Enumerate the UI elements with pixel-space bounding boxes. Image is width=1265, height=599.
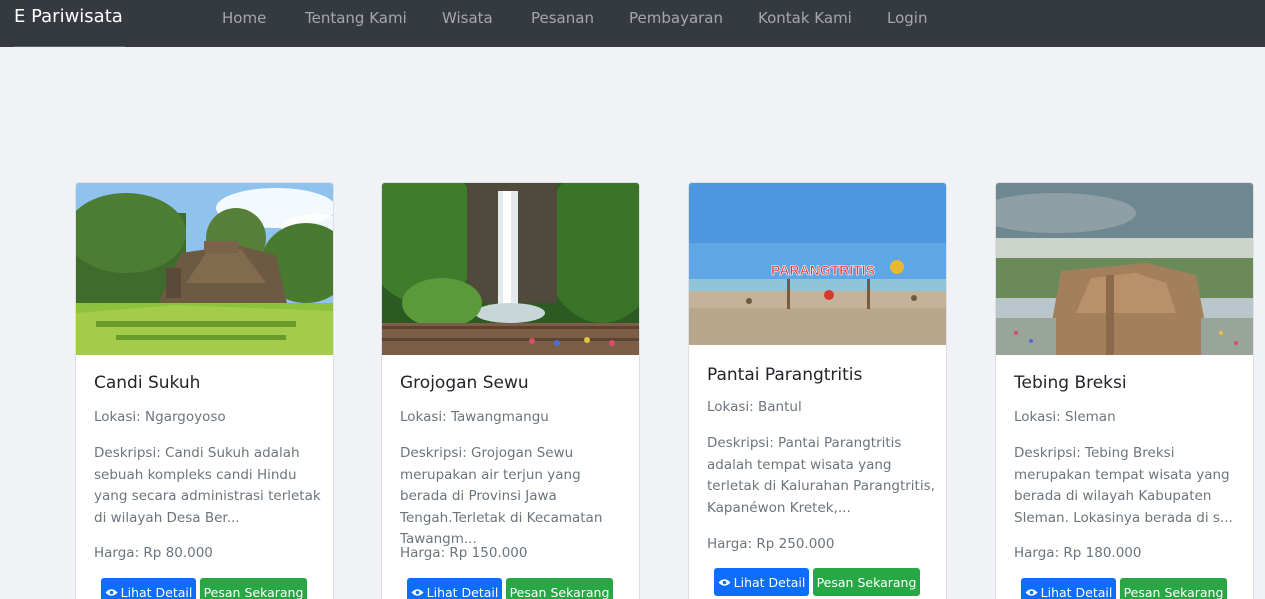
card-image-tebing-breksi xyxy=(996,183,1253,355)
lihat-detail-label: Lihat Detail xyxy=(120,584,193,599)
nav-link-wisata[interactable]: Wisata xyxy=(442,9,493,27)
navbar: E Pariwisata Home Tentang Kami Wisata Pe… xyxy=(0,0,1265,47)
eye-icon xyxy=(718,575,731,590)
brand-logo[interactable]: E Pariwisata xyxy=(14,6,123,27)
card-price: Harga: Rp 80.000 xyxy=(94,545,213,561)
nav-link-pesanan[interactable]: Pesanan xyxy=(531,9,594,27)
nav-link-login[interactable]: Login xyxy=(887,9,927,27)
lihat-detail-label: Lihat Detail xyxy=(426,584,499,599)
card-location: Lokasi: Tawangmangu xyxy=(400,409,549,425)
destination-card: Tebing Breksi Lokasi: Sleman Deskripsi: … xyxy=(995,182,1254,599)
destination-card: Grojogan Sewu Lokasi: Tawangmangu Deskri… xyxy=(381,182,640,599)
card-image-candi-sukuh xyxy=(76,183,333,355)
lihat-detail-label: Lihat Detail xyxy=(1040,584,1113,599)
nav-link-tentang-kami[interactable]: Tentang Kami xyxy=(305,9,407,27)
pesan-sekarang-button[interactable]: Pesan Sekarang xyxy=(506,578,613,599)
card-location: Lokasi: Bantul xyxy=(707,399,802,415)
nav-link-pembayaran[interactable]: Pembayaran xyxy=(629,9,723,27)
card-price: Harga: Rp 150.000 xyxy=(400,545,528,561)
card-price: Harga: Rp 250.000 xyxy=(707,536,835,552)
pesan-sekarang-button[interactable]: Pesan Sekarang xyxy=(200,578,307,599)
card-image-grojogan-sewu xyxy=(382,183,639,355)
pesan-sekarang-button[interactable]: Pesan Sekarang xyxy=(813,568,920,596)
brand-underline xyxy=(14,46,125,47)
destination-card: Candi Sukuh Lokasi: Ngargoyoso Deskripsi… xyxy=(75,182,334,599)
card-location: Lokasi: Ngargoyoso xyxy=(94,409,226,425)
destination-card: PARANGTRITIS Pantai Parangtritis Lokasi:… xyxy=(688,182,947,599)
card-title: Pantai Parangtritis xyxy=(707,365,863,385)
lihat-detail-button[interactable]: Lihat Detail xyxy=(714,568,809,596)
nav-link-home[interactable]: Home xyxy=(222,9,266,27)
card-title: Grojogan Sewu xyxy=(400,373,529,393)
card-image-pantai-parangtritis: PARANGTRITIS xyxy=(689,183,946,345)
nav-link-kontak-kami[interactable]: Kontak Kami xyxy=(758,9,852,27)
lihat-detail-label: Lihat Detail xyxy=(733,574,806,590)
card-title: Candi Sukuh xyxy=(94,373,201,393)
card-description: Deskripsi: Grojogan Sewu merupakan air t… xyxy=(400,445,603,548)
lihat-detail-button[interactable]: Lihat Detail xyxy=(101,578,196,599)
card-description: Deskripsi: Candi Sukuh adalah sebuah kom… xyxy=(94,445,321,526)
card-location: Lokasi: Sleman xyxy=(1014,409,1116,425)
eye-icon xyxy=(105,585,118,599)
lihat-detail-button[interactable]: Lihat Detail xyxy=(407,578,502,599)
card-price: Harga: Rp 180.000 xyxy=(1014,545,1142,561)
eye-icon xyxy=(1025,585,1038,599)
card-title: Tebing Breksi xyxy=(1014,373,1127,393)
eye-icon xyxy=(411,585,424,599)
pesan-sekarang-button[interactable]: Pesan Sekarang xyxy=(1120,578,1227,599)
lihat-detail-button[interactable]: Lihat Detail xyxy=(1021,578,1116,599)
card-description: Deskripsi: Pantai Parangtritis adalah te… xyxy=(707,435,935,516)
parangtritis-sign-text: PARANGTRITIS xyxy=(771,262,875,278)
card-description: Deskripsi: Tebing Breksi merupakan tempa… xyxy=(1014,445,1233,526)
